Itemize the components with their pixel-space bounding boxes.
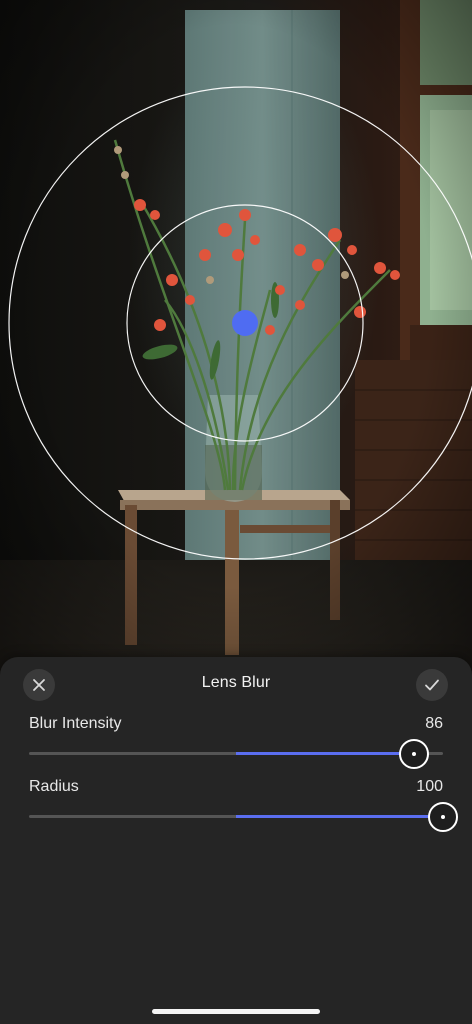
blur-intensity-value: 86 bbox=[425, 715, 443, 732]
lens-blur-panel: Lens Blur Blur Intensity 86 Radius 100 bbox=[0, 657, 472, 1024]
panel-title: Lens Blur bbox=[201, 674, 271, 691]
photo-illustration bbox=[0, 0, 472, 680]
slider-thumb[interactable] bbox=[399, 739, 430, 769]
done-button[interactable] bbox=[416, 669, 448, 701]
photo-canvas[interactable] bbox=[0, 0, 472, 680]
blur-intensity-slider[interactable] bbox=[29, 739, 443, 769]
radius-label: Radius bbox=[29, 778, 79, 795]
checkmark-icon bbox=[425, 679, 439, 691]
blur-intensity-label: Blur Intensity bbox=[29, 715, 122, 732]
radius-slider[interactable] bbox=[29, 802, 458, 832]
slider-fill bbox=[236, 752, 415, 755]
home-indicator[interactable] bbox=[152, 1009, 320, 1014]
radius-value: 100 bbox=[416, 778, 443, 795]
focus-point-handle bbox=[232, 310, 258, 336]
slider-thumb[interactable] bbox=[428, 802, 458, 832]
lens-blur-screen: Lens Blur Blur Intensity 86 Radius 100 bbox=[0, 0, 472, 1024]
slider-fill bbox=[236, 815, 443, 818]
